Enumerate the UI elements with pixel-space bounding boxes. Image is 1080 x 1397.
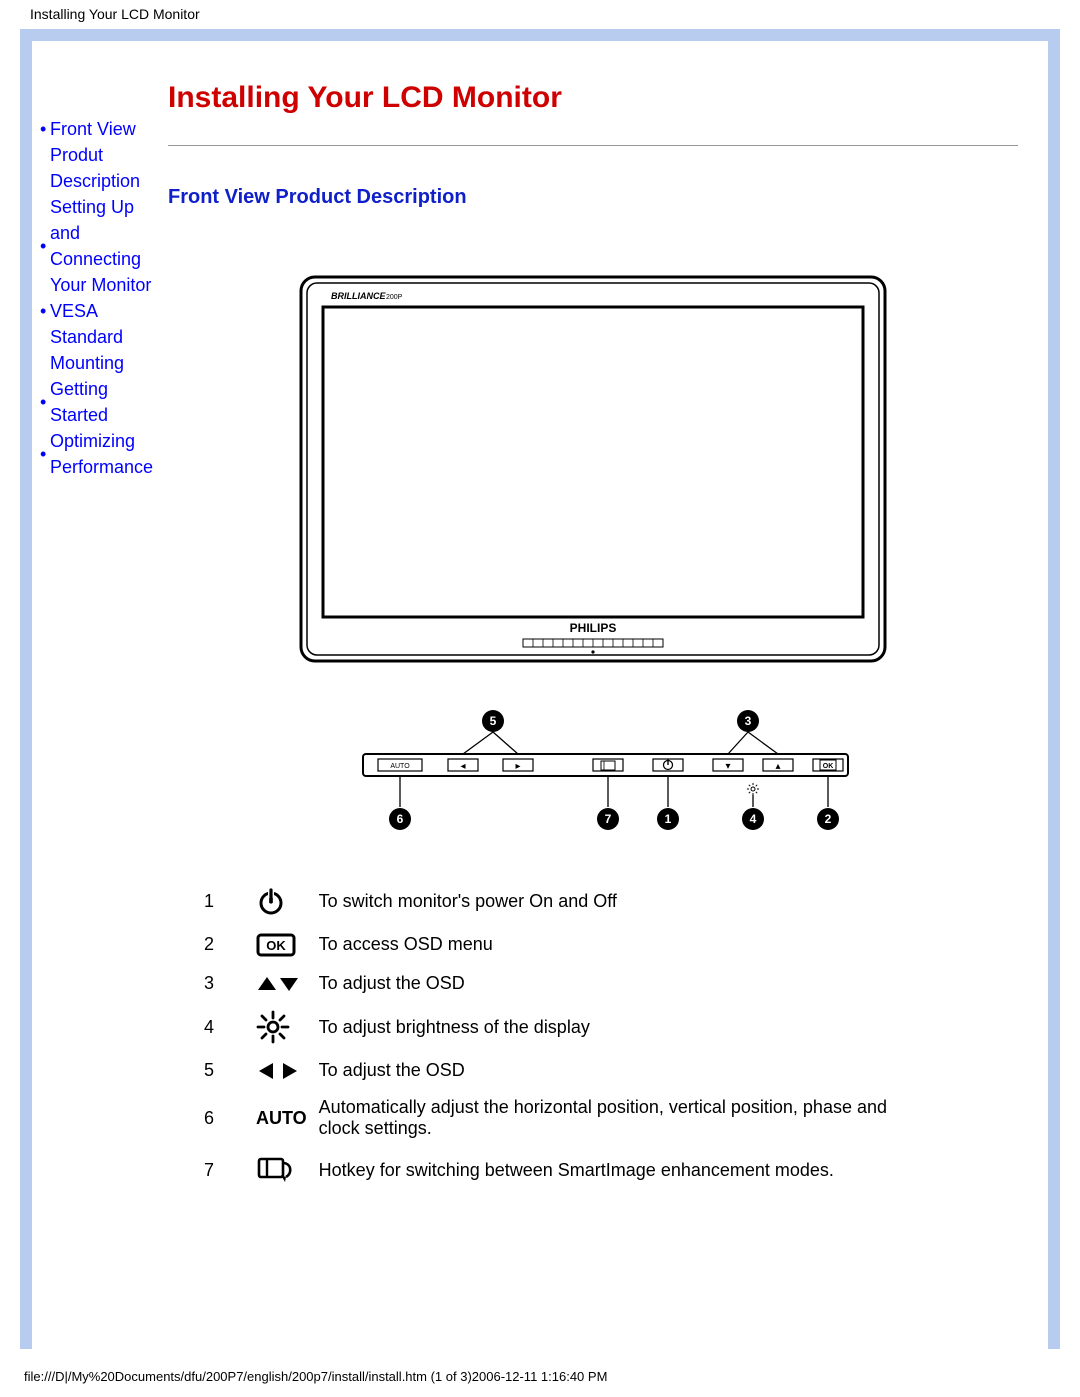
down-arrow-icon: ▾: [725, 761, 730, 772]
page: Installing Your LCD Monitor • Front View…: [0, 0, 1080, 1394]
content-frame: • Front View Produt Description • Settin…: [20, 29, 1060, 1349]
table-row: 2 OK To access OSD menu: [198, 925, 918, 965]
window-title: Installing Your LCD Monitor: [0, 0, 1080, 29]
sidebar-item-label: Setting Up and Connecting Your Monitor: [50, 194, 158, 298]
sidebar-item-label: VESA Standard Mounting: [50, 298, 158, 376]
callout-6: 6: [397, 812, 404, 826]
left-right-arrows-icon: [250, 1052, 313, 1089]
sidebar-item-label: Optimizing Performance: [50, 428, 158, 480]
sidebar-item-label: Front View Produt Description: [50, 116, 158, 194]
sidebar: • Front View Produt Description • Settin…: [32, 41, 158, 480]
brilliance-label: BRILLIANCE: [331, 291, 386, 301]
right-arrow-icon: ▸: [515, 761, 520, 772]
main-content: Installing Your LCD Monitor Front View P…: [158, 41, 1048, 1194]
auto-button-label: AUTO: [390, 763, 410, 770]
left-arrow-icon: ◂: [460, 761, 465, 772]
sidebar-item-vesa[interactable]: • VESA Standard Mounting: [42, 298, 158, 376]
power-icon: [250, 879, 313, 925]
callout-5: 5: [490, 714, 497, 728]
table-row: 3 To adjust the OSD: [198, 965, 918, 1002]
control-panel-illustration: AUTO ◂ ▸ ▾ ▴: [293, 699, 893, 839]
power-button-icon: [664, 759, 673, 769]
row-description: Automatically adjust the horizontal posi…: [313, 1089, 918, 1147]
row-number: 4: [198, 1002, 250, 1052]
row-number: 3: [198, 965, 250, 1002]
up-arrow-icon: ▴: [775, 761, 780, 772]
section-title: Front View Product Description: [168, 186, 1018, 209]
callout-3: 3: [745, 714, 752, 728]
table-row: 4 To: [198, 1002, 918, 1052]
page-title: Installing Your LCD Monitor: [168, 81, 1018, 115]
sidebar-item-setting-up[interactable]: • Setting Up and Connecting Your Monitor: [42, 194, 158, 298]
brightness-icon: [747, 783, 759, 795]
svg-text:OK: OK: [823, 763, 834, 770]
callout-1: 1: [665, 812, 672, 826]
table-row: 1 To switch monitor's power On and Off: [198, 879, 918, 925]
page-footer-path: file:///D|/My%20Documents/dfu/200P7/engl…: [0, 1349, 1080, 1395]
sidebar-item-front-view[interactable]: • Front View Produt Description: [42, 116, 158, 194]
row-number: 1: [198, 879, 250, 925]
row-number: 5: [198, 1052, 250, 1089]
bullet-icon: •: [40, 116, 50, 142]
ok-button-icon: OK: [820, 760, 836, 770]
row-description: To adjust the OSD: [313, 965, 918, 1002]
sidebar-item-getting-started[interactable]: • Getting Started: [42, 376, 158, 428]
callout-2: 2: [825, 812, 832, 826]
auto-label-icon: AUTO: [250, 1089, 313, 1147]
bullet-icon: •: [40, 233, 50, 259]
row-description: Hotkey for switching between SmartImage …: [313, 1147, 918, 1193]
row-description: To adjust the OSD: [313, 1052, 918, 1089]
table-row: 5 To adjust the OSD: [198, 1052, 918, 1089]
up-down-arrows-icon: [250, 965, 313, 1002]
row-number: 2: [198, 925, 250, 965]
sidebar-item-label: Getting Started: [50, 376, 158, 428]
row-description: To adjust brightness of the display: [313, 1002, 918, 1052]
row-description: To switch monitor's power On and Off: [313, 879, 918, 925]
monitor-front-illustration: BRILLIANCE 200P PHILIPS: [293, 269, 893, 669]
model-label: 200P: [386, 294, 403, 301]
brightness-icon: [250, 1002, 313, 1052]
row-number: 6: [198, 1089, 250, 1147]
table-row: 7 Hotkey for switching between SmartImag…: [198, 1147, 918, 1193]
callout-4: 4: [750, 812, 757, 826]
sidebar-item-optimizing[interactable]: • Optimizing Performance: [42, 428, 158, 480]
ok-icon: OK: [250, 925, 313, 965]
divider: [168, 145, 1018, 146]
bullet-icon: •: [40, 441, 50, 467]
led-indicator: [591, 650, 594, 653]
bullet-icon: •: [40, 298, 50, 324]
smartimage-button-icon: [601, 761, 615, 770]
row-number: 7: [198, 1147, 250, 1193]
control-description-table: 1 To switch monitor's power On and Off 2…: [198, 879, 918, 1194]
bullet-icon: •: [40, 389, 50, 415]
svg-text:OK: OK: [266, 938, 286, 953]
row-description: To access OSD menu: [313, 925, 918, 965]
table-row: 6 AUTO Automatically adjust the horizont…: [198, 1089, 918, 1147]
callout-7: 7: [605, 812, 612, 826]
philips-label: PHILIPS: [570, 621, 617, 635]
smartimage-icon: [250, 1147, 313, 1193]
